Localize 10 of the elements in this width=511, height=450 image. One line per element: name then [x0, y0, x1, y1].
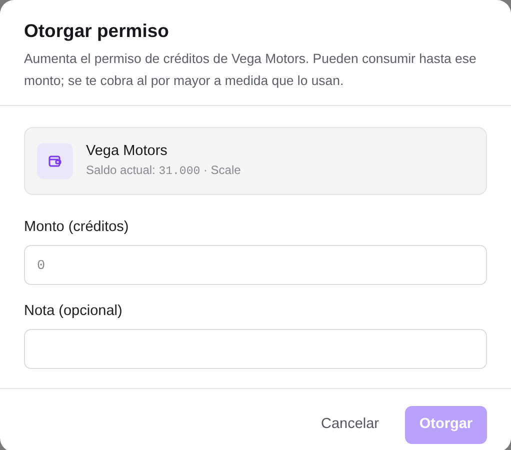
- cancel-button[interactable]: Cancelar: [308, 406, 391, 444]
- wallet-icon: [37, 143, 73, 180]
- dialog-description: Aumenta el permiso de créditos de Vega Motors. Pueden consumir hasta ese monto; se te cobra al por mayor a medida que lo usan.: [24, 50, 478, 90]
- note-field[interactable]: [24, 328, 487, 369]
- balance-text: Saldo actual: 31.000 · Scale: [86, 162, 241, 180]
- account-name: Vega Motors: [86, 142, 168, 162]
- amount-field[interactable]: 0: [24, 244, 487, 285]
- field-label: Nota (opcional): [24, 302, 122, 321]
- dialog-title: Otorgar permiso: [24, 20, 170, 42]
- field-label: Monto (créditos): [24, 218, 129, 238]
